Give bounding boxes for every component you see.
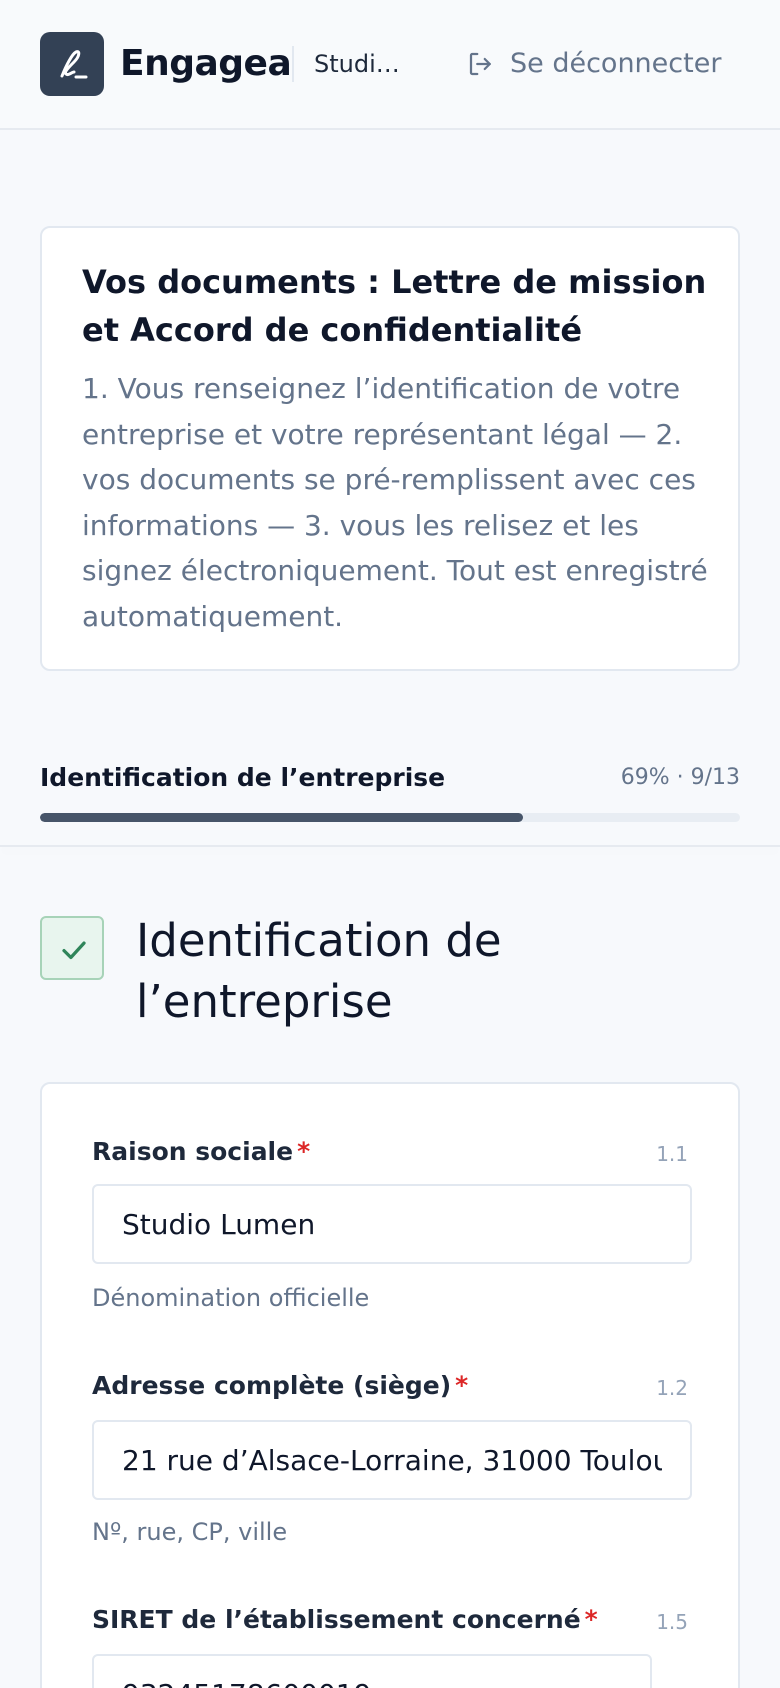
brand-name: Engagea xyxy=(120,43,292,84)
logout-icon xyxy=(469,52,491,76)
check-icon xyxy=(62,941,86,960)
section-complete-badge xyxy=(40,916,104,980)
field-label-siret: SIRET de l’établissement concerné * xyxy=(92,1600,598,1640)
progress-step-label: Identification de l’entreprise xyxy=(40,763,446,792)
progress-divider xyxy=(0,845,780,847)
intro-card: Vos documents : Lettre de mission et Acc… xyxy=(40,226,740,671)
required-mark: * xyxy=(297,1137,311,1166)
top-header: Engagea Studi… Se déconnecter xyxy=(0,0,780,130)
field-label-raison-sociale: Raison sociale * xyxy=(92,1132,310,1172)
intro-text: 1. Vous renseignez l’identification de v… xyxy=(82,372,708,633)
logout-label: Se déconnecter xyxy=(510,48,722,79)
field-number: 1.5 xyxy=(656,1610,688,1634)
raison-sociale-input[interactable] xyxy=(92,1184,692,1264)
adresse-input[interactable] xyxy=(92,1420,692,1500)
logo-signature-icon[interactable] xyxy=(40,32,104,96)
page: Engagea Studi… Se déconnecter Vos docume… xyxy=(0,0,780,1688)
siret-input[interactable] xyxy=(92,1654,652,1688)
field-number: 1.2 xyxy=(656,1376,688,1400)
header-divider xyxy=(292,46,294,82)
progress-count: 69% · 9/13 xyxy=(620,765,740,790)
progress-bar xyxy=(40,813,740,822)
field-label-text: Adresse complète (siège) xyxy=(92,1371,452,1400)
company-name-truncated: Studi… xyxy=(314,50,400,78)
section-title: Identification de l’entreprise xyxy=(136,914,502,1028)
field-help-text: Nº, rue, CP, ville xyxy=(92,1518,288,1546)
field-help-text: Dénomination officielle xyxy=(92,1284,370,1312)
signature-icon xyxy=(60,50,88,79)
required-mark: * xyxy=(584,1605,598,1634)
field-label-adresse: Adresse complète (siège) * xyxy=(92,1366,468,1406)
form-card: Raison sociale* 1.1 Dénomination officie… xyxy=(40,1082,740,1688)
field-number: 1.1 xyxy=(656,1142,688,1166)
field-label-text: Raison sociale xyxy=(92,1137,294,1166)
progress-bar-fill xyxy=(40,813,523,822)
intro-title: Vos documents : Lettre de mission et Acc… xyxy=(82,263,707,349)
field-label-text: SIRET de l’établissement concerné xyxy=(92,1605,581,1634)
required-mark: * xyxy=(455,1371,469,1400)
logout-button[interactable]: Se déconnecter xyxy=(466,42,736,86)
